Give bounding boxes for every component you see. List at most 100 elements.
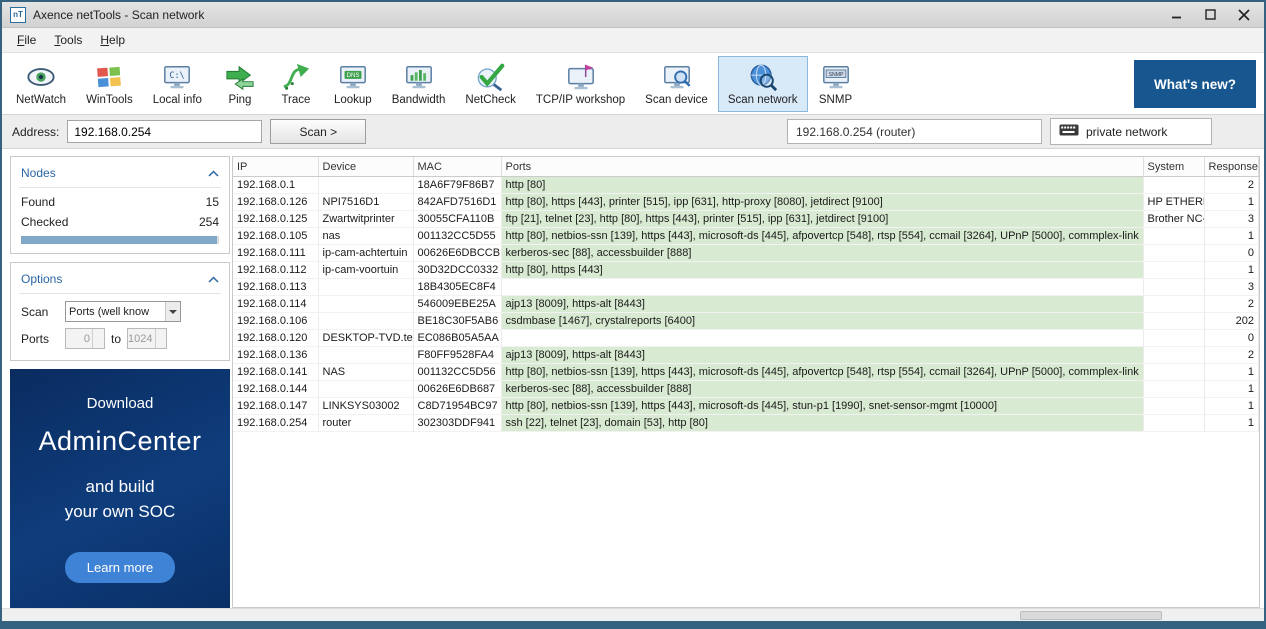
minimize-icon[interactable] (1168, 7, 1184, 23)
table-row[interactable]: 192.168.0.125 Zwartwitprinter 30055CFA110B… (233, 210, 1259, 228)
table-row[interactable]: 192.168.0.111 ip-cam-achtertuin 00626E6DBC… (233, 244, 1259, 262)
nodes-panel: Nodes Found 15 Checked 254 (10, 156, 230, 254)
toolbar-item-scan-network[interactable]: Scan network (717, 55, 808, 112)
cell-response: 0 (1204, 329, 1259, 347)
cell-device (318, 176, 414, 194)
column-header-response[interactable]: Response (1204, 157, 1259, 177)
spin-down-icon[interactable] (93, 339, 104, 349)
address-input[interactable] (67, 120, 263, 143)
network-type-box[interactable]: private network (1050, 118, 1212, 145)
table-row[interactable]: 192.168.0.144 00626E6DB687 kerberos-sec [8… (233, 380, 1259, 398)
spin-up-icon[interactable] (93, 329, 104, 339)
port-from-stepper[interactable]: 0 (65, 328, 105, 349)
cell-device (318, 295, 414, 313)
whats-new-button[interactable]: What's new? (1134, 60, 1256, 108)
table-row[interactable]: 192.168.0.113 18B4305EC8F4 3 (233, 278, 1259, 296)
cell-ports: ftp [21], telnet [23], http [80], https … (501, 210, 1144, 228)
table-row[interactable]: 192.168.0.120 DESKTOP-TVD.tele EC086B05A5A… (233, 329, 1259, 347)
toolbar-item-scan-device[interactable]: Scan device (635, 56, 718, 112)
app-icon: nT (10, 6, 26, 23)
table-row[interactable]: 192.168.0.1 18A6F79F86B7 http [80] 2 (233, 176, 1259, 194)
table-row[interactable]: 192.168.0.105 nas 001132CC5D55 http [80], n… (233, 227, 1259, 245)
ad-line-admincenter: AdminCenter (38, 426, 202, 456)
admincenter-ad-banner[interactable]: Download AdminCenter and build your own … (10, 369, 230, 608)
options-panel-title: Options (21, 272, 63, 286)
spin-up-icon[interactable] (156, 329, 167, 339)
toolbar-item-lookup[interactable]: DNS Lookup (324, 56, 382, 112)
toolbar-item-bandwidth[interactable]: Bandwidth (382, 56, 456, 112)
nodes-panel-header[interactable]: Nodes (19, 161, 221, 188)
column-header-device[interactable]: Device (318, 157, 414, 177)
toolbar-item-netwatch[interactable]: NetWatch (6, 56, 76, 112)
cell-device: router (318, 414, 414, 432)
cell-ip: 192.168.0.113 (233, 278, 319, 296)
resolved-address: 192.168.0.254 (router) (787, 119, 1042, 144)
table-row[interactable]: 192.168.0.126 NPI7516D1 842AFD7516D1 http [… (233, 193, 1259, 211)
options-panel-header[interactable]: Options (19, 267, 221, 294)
column-header-ports[interactable]: Ports (501, 157, 1144, 177)
app-window: nT Axence netTools - Scan network File T… (0, 0, 1266, 629)
table-row[interactable]: 192.168.0.254 router 302303DDF941 ssh [22],… (233, 414, 1259, 432)
svg-text:SNMP: SNMP (828, 71, 843, 77)
spin-down-icon[interactable] (156, 339, 167, 349)
collapse-chevron-icon[interactable] (208, 270, 219, 288)
menu-file[interactable]: File (8, 29, 45, 51)
table-row[interactable]: 192.168.0.141 NAS 001132CC5D56 http [80], n… (233, 363, 1259, 381)
toolbar-item-ping[interactable]: Ping (212, 56, 268, 112)
column-header-ip[interactable]: IP (233, 157, 319, 177)
toolbar-item-netcheck[interactable]: NetCheck (455, 56, 526, 112)
cell-system (1143, 380, 1205, 398)
toolbar-item-label: NetWatch (16, 93, 67, 106)
toolbar-item-label: Scan device (645, 93, 708, 106)
cell-system (1143, 397, 1205, 415)
scan-progress-fill (21, 236, 218, 244)
table-row[interactable]: 192.168.0.147 LINKSYS03002 C8D71954BC97 htt… (233, 397, 1259, 415)
toolbar-item-wintools[interactable]: WinTools (76, 56, 143, 112)
table-row[interactable]: 192.168.0.114 546009EBE25A ajp13 [8009], h… (233, 295, 1259, 313)
horizontal-scrollbar-thumb[interactable] (1020, 611, 1162, 620)
toolbar-item-local-info[interactable]: C:\ Local info (143, 56, 212, 112)
scan-button[interactable]: Scan > (270, 119, 367, 144)
cell-ports: ssh [22], telnet [23], domain [53], http… (501, 414, 1144, 432)
toolbar-item-label: Lookup (333, 93, 372, 106)
cell-device: NAS (318, 363, 414, 381)
svg-text:DNS: DNS (346, 72, 359, 79)
cell-ip: 192.168.0.126 (233, 193, 319, 211)
table-row[interactable]: 192.168.0.136 F80FF9528FA4 ajp13 [8009], h… (233, 346, 1259, 364)
cell-ports: http [80], https [443], printer [515], i… (501, 193, 1144, 211)
cell-response: 1 (1204, 414, 1259, 432)
dns-lookup-icon: DNS (338, 62, 368, 92)
chevron-down-icon[interactable] (165, 302, 180, 321)
cell-ip: 192.168.0.105 (233, 227, 319, 245)
cell-ports (501, 278, 1144, 296)
cell-ip: 192.168.0.120 (233, 329, 319, 347)
netcheck-icon (476, 62, 506, 92)
to-label: to (111, 331, 122, 346)
collapse-chevron-icon[interactable] (208, 164, 219, 182)
learn-more-button[interactable]: Learn more (64, 552, 176, 584)
cell-ip: 192.168.0.125 (233, 210, 319, 228)
cell-device: NPI7516D1 (318, 193, 414, 211)
port-to-stepper[interactable]: 1024 (127, 328, 168, 349)
menu-tools[interactable]: Tools (45, 29, 91, 51)
cell-mac: 18B4305EC8F4 (413, 278, 502, 296)
table-row[interactable]: 192.168.0.112 ip-cam-voortuin 30D32DCC0332… (233, 261, 1259, 279)
cell-system (1143, 244, 1205, 262)
toolbar-item-snmp[interactable]: SNMP SNMP (808, 56, 864, 112)
cell-system (1143, 329, 1205, 347)
toolbar-item-label: SNMP (818, 93, 853, 106)
cell-ports: http [80], netbios-ssn [139], https [443… (501, 227, 1144, 245)
cell-device: ip-cam-achtertuin (318, 244, 414, 262)
maximize-icon[interactable] (1202, 7, 1218, 23)
menu-help[interactable]: Help (91, 29, 134, 51)
close-icon[interactable] (1236, 7, 1252, 23)
horizontal-scrollbar[interactable] (2, 608, 1264, 621)
scan-mode-select[interactable]: Ports (well know (65, 301, 181, 322)
toolbar-item-trace[interactable]: Trace (268, 56, 324, 112)
cell-mac: 302303DDF941 (413, 414, 502, 432)
cell-response: 1 (1204, 227, 1259, 245)
table-row[interactable]: 192.168.0.106 BE18C30F5AB6 csdmbase [1467]… (233, 312, 1259, 330)
column-header-system[interactable]: System (1143, 157, 1205, 177)
toolbar-item-tcp-ip-workshop[interactable]: TCP/IP workshop (526, 56, 635, 112)
column-header-mac[interactable]: MAC (413, 157, 502, 177)
